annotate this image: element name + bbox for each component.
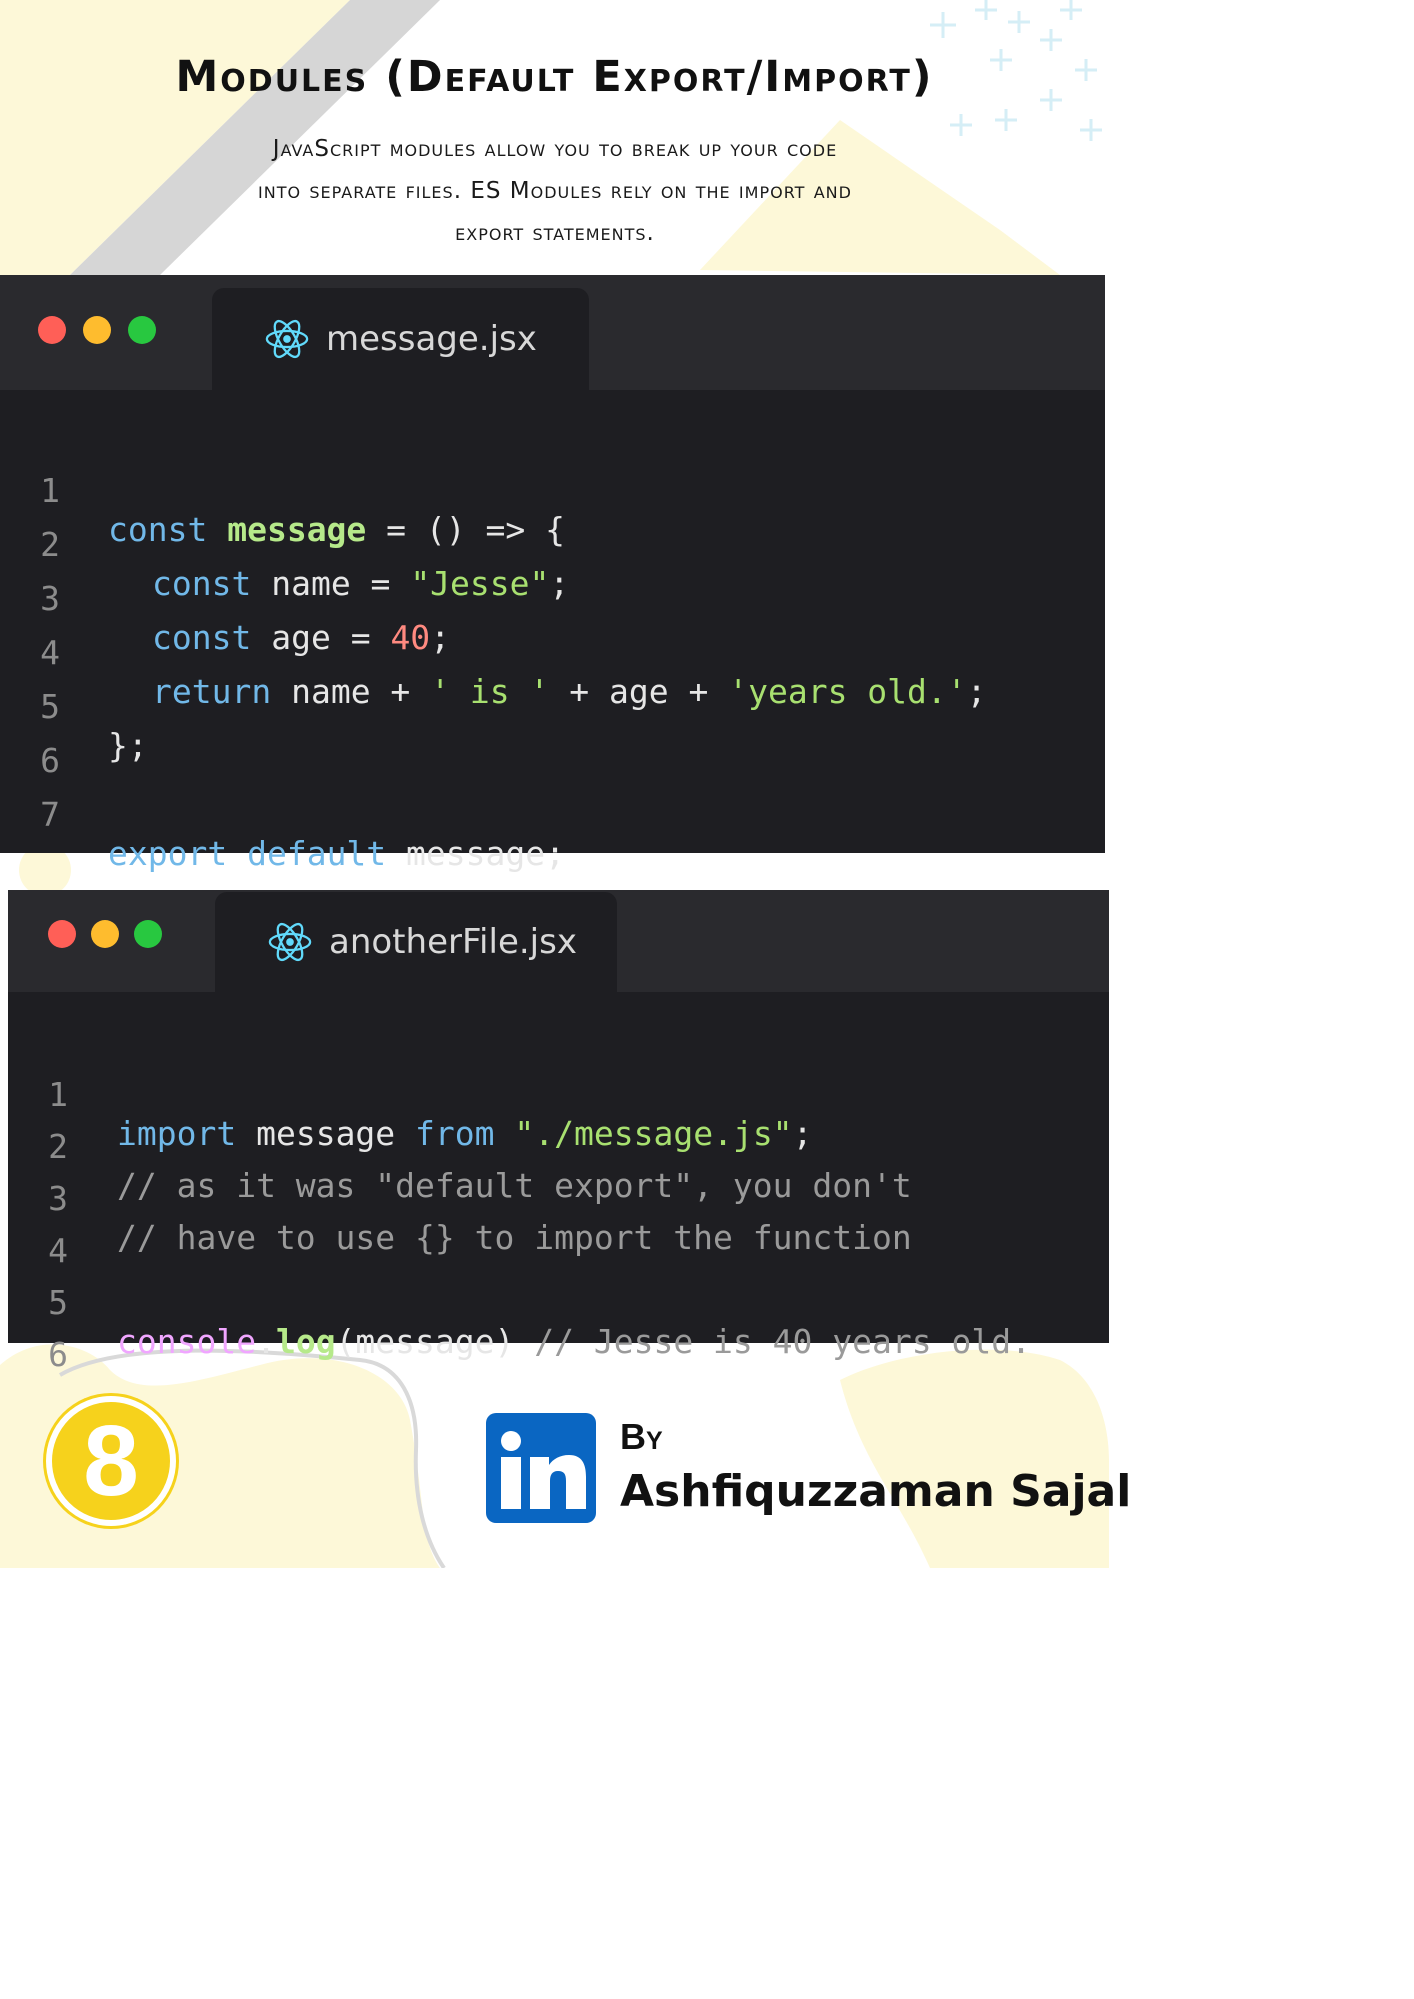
page-title: Modules (Default Export/Import) xyxy=(175,52,934,102)
code-window-another-file: anotherFile.jsx 1 import message from ".… xyxy=(8,890,1109,1374)
code-line: 4 return name + ' is ' + age + 'years ol… xyxy=(0,594,1105,711)
tab-label: anotherFile.jsx xyxy=(329,922,577,962)
code-line: 6 xyxy=(8,1296,1109,1374)
close-dot-icon[interactable] xyxy=(38,316,66,344)
page-description: JavaScript modules allow you to break up… xyxy=(130,128,980,254)
code-line: 2 const name = "Jesse"; xyxy=(0,486,1105,603)
react-icon xyxy=(268,922,312,962)
code-area: 1 const message = () => { 2 const name =… xyxy=(0,390,1105,873)
code-line: 5 }; xyxy=(0,648,1105,765)
description-line: into separate files. ES Modules rely on … xyxy=(258,178,852,204)
line-code: export default message; xyxy=(108,834,565,873)
minimize-dot-icon[interactable] xyxy=(83,316,111,344)
code-line: 5 console.log(message) // Jesse is 40 ye… xyxy=(8,1244,1109,1361)
window-titlebar: anotherFile.jsx xyxy=(8,890,1109,992)
code-line: 1 const message = () => { xyxy=(0,432,1105,549)
minimize-dot-icon[interactable] xyxy=(91,920,119,948)
maximize-dot-icon[interactable] xyxy=(128,316,156,344)
close-dot-icon[interactable] xyxy=(48,920,76,948)
code-window-message: message.jsx 1 const message = () => { 2 … xyxy=(0,275,1105,873)
line-number: 7 xyxy=(40,795,60,834)
tab-message-jsx[interactable]: message.jsx xyxy=(212,288,589,390)
code-line: 7 export default message; xyxy=(0,756,1105,873)
code-line: 3 // have to use {} to import the functi… xyxy=(8,1140,1109,1257)
code-line: 3 const age = 40; xyxy=(0,540,1105,657)
tab-label: message.jsx xyxy=(326,319,537,359)
maximize-dot-icon[interactable] xyxy=(134,920,162,948)
description-line: export statements. xyxy=(455,220,655,246)
slide-number-badge: 8 xyxy=(46,1396,176,1526)
react-icon xyxy=(265,319,309,359)
code-line: 4 xyxy=(8,1192,1109,1270)
linkedin-glyph xyxy=(501,1431,586,1509)
window-titlebar: message.jsx xyxy=(0,275,1105,390)
description-line: JavaScript modules allow you to break up… xyxy=(272,136,838,162)
author-name: Ashfiquzzaman Sajal xyxy=(620,1466,1132,1517)
linkedin-logo-icon[interactable] xyxy=(486,1413,596,1523)
code-line: 6 xyxy=(0,702,1105,780)
code-line: 1 import message from "./message.js"; xyxy=(8,1036,1109,1153)
tab-anotherfile-jsx[interactable]: anotherFile.jsx xyxy=(215,892,617,992)
line-number: 6 xyxy=(48,1335,68,1374)
code-area: 1 import message from "./message.js"; 2 … xyxy=(8,992,1109,1374)
by-label: By xyxy=(620,1416,663,1457)
code-line: 2 // as it was "default export", you don… xyxy=(8,1088,1109,1205)
